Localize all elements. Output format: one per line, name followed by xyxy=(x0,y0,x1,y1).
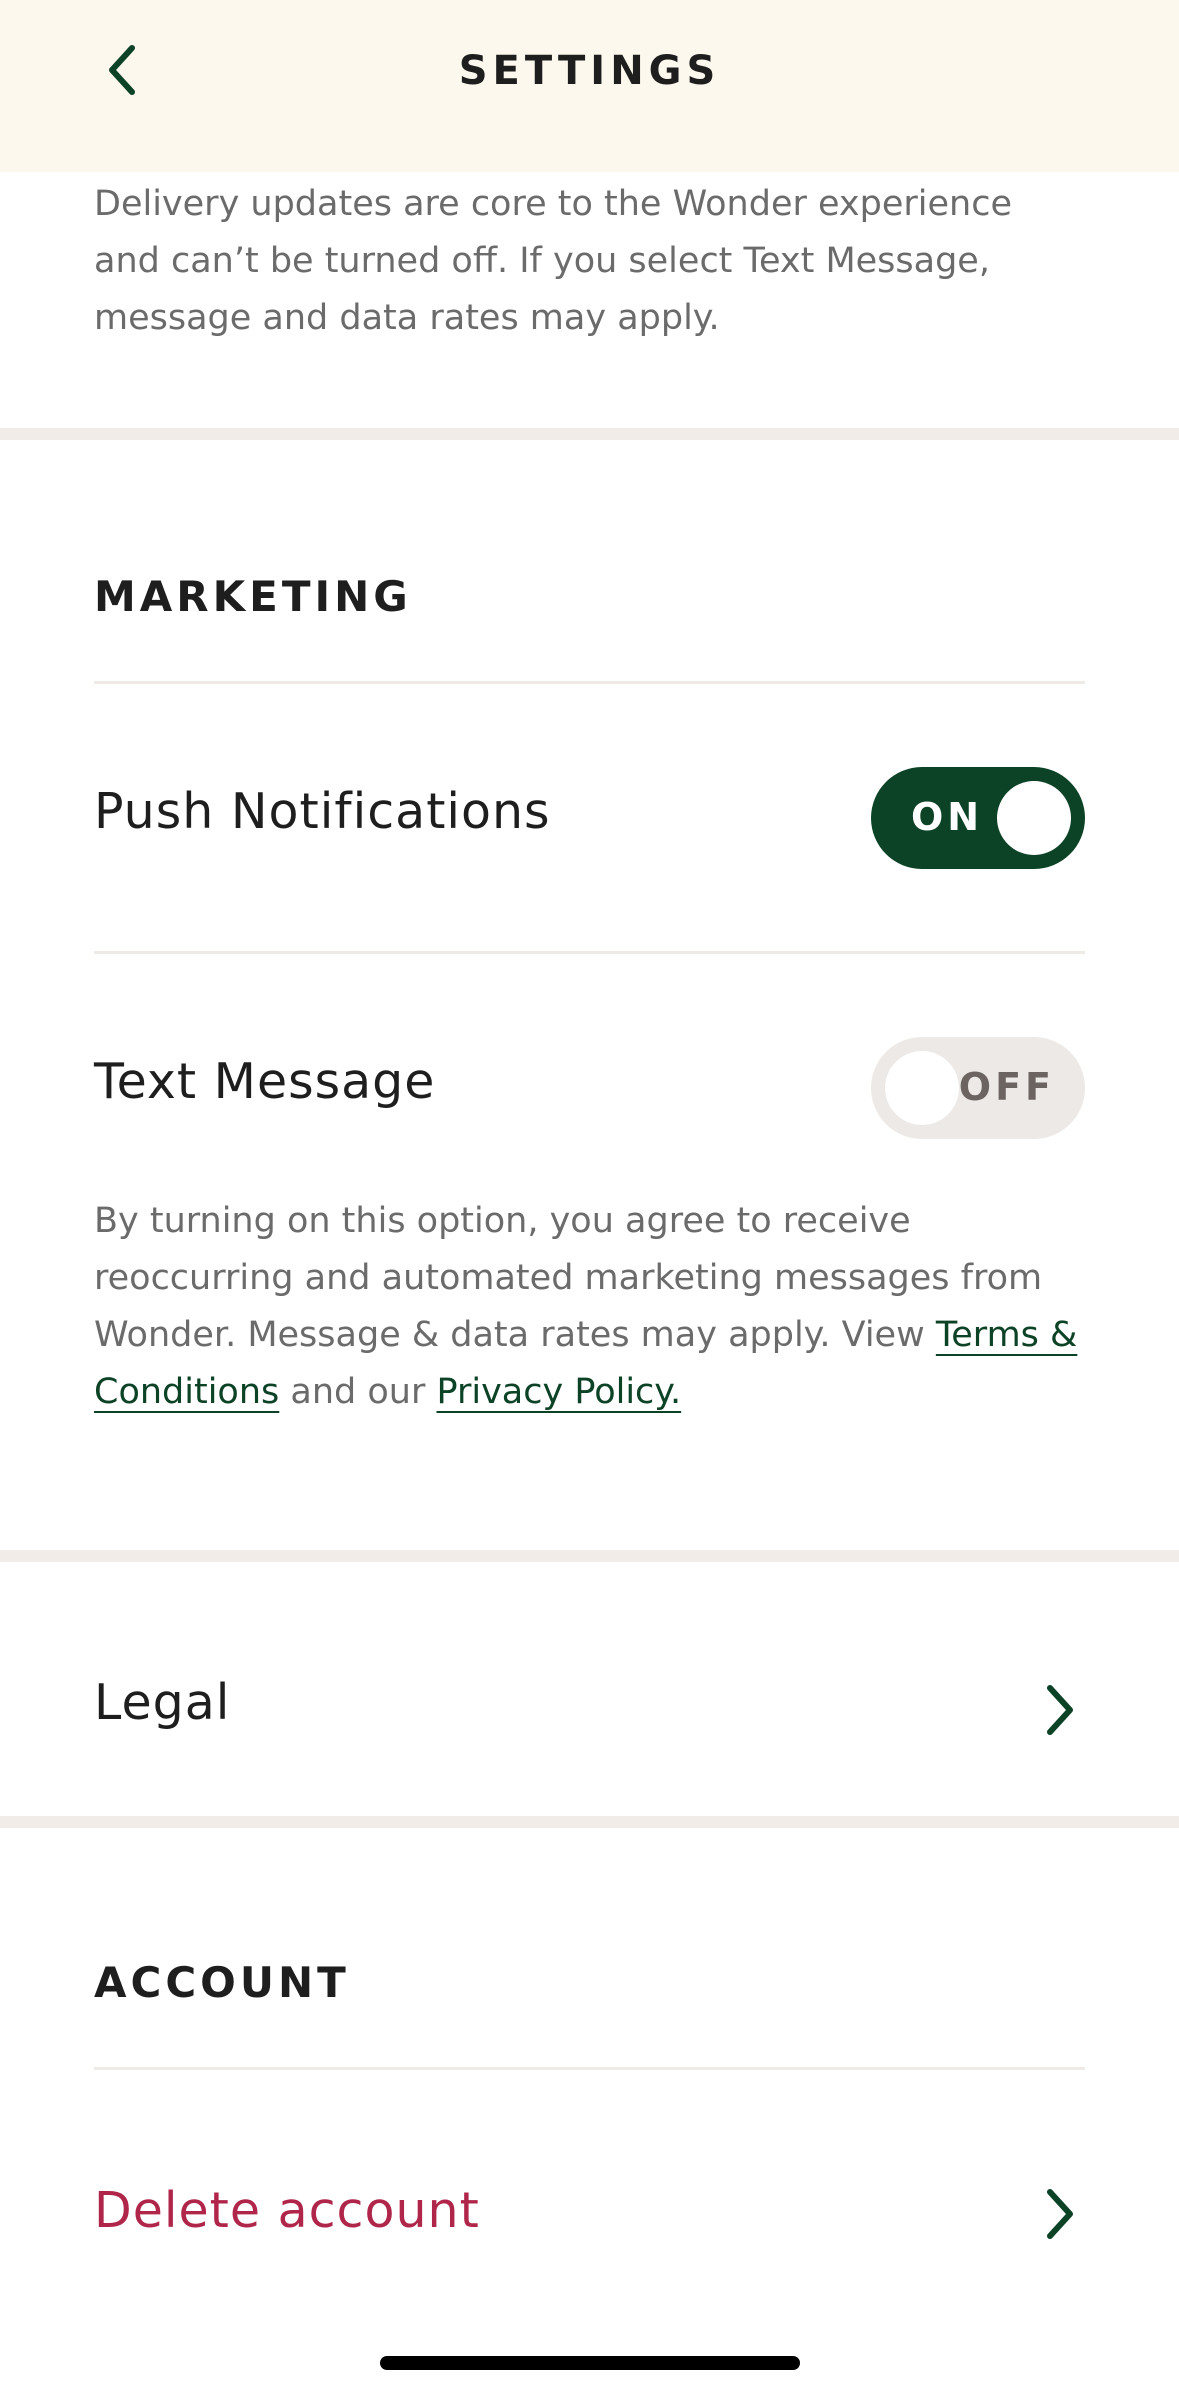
section-divider xyxy=(0,1550,1179,1562)
page-title: SETTINGS xyxy=(458,48,721,94)
delivery-updates-description: Delivery updates are core to the Wonder … xyxy=(94,184,1012,338)
toggle-knob xyxy=(997,781,1071,855)
toggle-state-text: OFF xyxy=(958,1065,1055,1109)
settings-screen: SETTINGS Delivery updates are core to th… xyxy=(0,0,1179,2396)
legal-label: Legal xyxy=(94,1674,231,1731)
home-indicator xyxy=(380,2356,800,2370)
push-notifications-toggle[interactable]: ON xyxy=(871,767,1085,869)
account-section-title: ACCOUNT xyxy=(94,1958,350,2007)
push-notifications-label: Push Notifications xyxy=(94,783,551,840)
delete-account-label: Delete account xyxy=(94,2182,480,2239)
delete-account-row[interactable]: Delete account xyxy=(0,2070,1179,2290)
text-message-label: Text Message xyxy=(94,1053,436,1110)
marketing-section-title: MARKETING xyxy=(94,572,412,621)
consent-middle: and our xyxy=(279,1372,437,1412)
privacy-policy-link[interactable]: Privacy Policy. xyxy=(436,1372,681,1412)
text-message-toggle[interactable]: OFF xyxy=(871,1037,1085,1139)
row-divider xyxy=(94,951,1085,954)
section-divider xyxy=(0,1816,1179,1828)
row-divider xyxy=(94,681,1085,684)
toggle-knob xyxy=(885,1051,959,1125)
chevron-right-icon xyxy=(1040,2184,1080,2244)
consent-prefix: By turning on this option, you agree to … xyxy=(94,1201,1043,1355)
toggle-state-text: ON xyxy=(911,795,984,839)
legal-row[interactable]: Legal xyxy=(0,1562,1179,1816)
header-bar: SETTINGS xyxy=(0,0,1179,172)
section-divider xyxy=(0,428,1179,440)
marketing-consent-text: By turning on this option, you agree to … xyxy=(94,1193,1094,1421)
chevron-right-icon xyxy=(1040,1680,1080,1740)
